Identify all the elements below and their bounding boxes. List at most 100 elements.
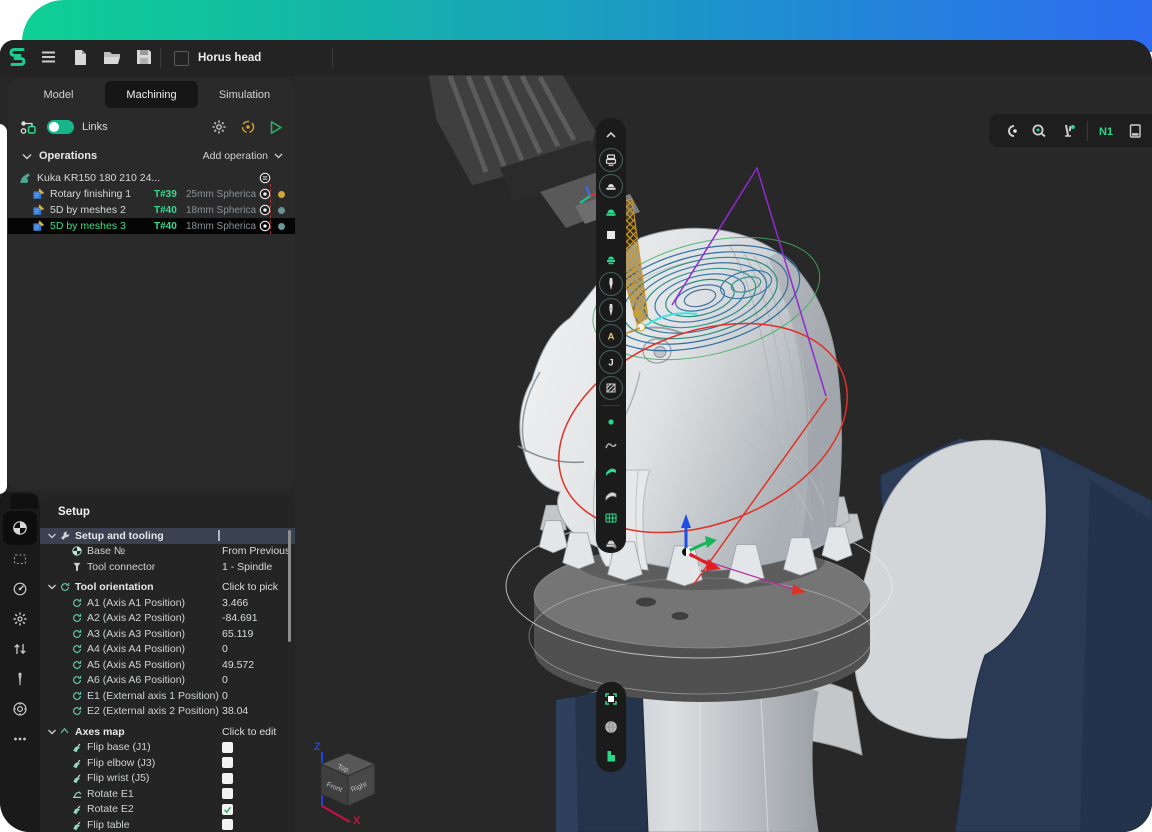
links-structure-icon[interactable] xyxy=(20,120,37,135)
drill2-button[interactable] xyxy=(599,298,623,322)
setup-row[interactable]: E2 (External axis 2 Position)38.04 xyxy=(40,704,295,720)
setup-row[interactable]: Axes mapClick to edit xyxy=(40,724,295,740)
tab-model[interactable]: Model xyxy=(12,81,105,108)
setup-row-value[interactable] xyxy=(222,757,289,768)
fit-button[interactable] xyxy=(600,688,622,710)
setup-row[interactable]: Base №From Previous xyxy=(40,544,295,560)
a-letter-button[interactable]: A xyxy=(599,324,623,348)
setup-row-value[interactable]: 49.572 xyxy=(222,659,289,671)
checkbox[interactable] xyxy=(222,819,233,830)
setup-row[interactable]: A4 (Axis A4 Position)0 xyxy=(40,642,295,658)
setup-row-value[interactable]: From Previous xyxy=(222,545,289,557)
setup-row[interactable]: Flip elbow (J3) xyxy=(40,755,295,771)
strip-gauge-button[interactable] xyxy=(11,580,29,598)
setup-row[interactable]: A3 (Axis A3 Position)65.119 xyxy=(40,626,295,642)
setup-row-value[interactable]: 0 xyxy=(222,674,289,686)
main-menu-icon[interactable] xyxy=(38,47,58,67)
stock-button[interactable] xyxy=(599,148,623,172)
holder-button[interactable] xyxy=(599,174,623,198)
setup-row[interactable]: Setup and tooling xyxy=(40,528,295,544)
viewport-3d[interactable]: N1 Top Front Right Z X + xyxy=(295,75,1152,832)
caret-up-button[interactable] xyxy=(600,124,622,146)
setup-row[interactable]: Rotate E1 xyxy=(40,786,295,802)
setup-row-value[interactable]: 38.04 xyxy=(222,705,289,717)
operation-row[interactable]: 5D by meshes 2T#4018mm Spherica xyxy=(8,202,295,218)
strip-handle[interactable] xyxy=(10,494,38,509)
setup-scrollbar[interactable] xyxy=(288,530,291,642)
setup-row[interactable]: Rotate E2 xyxy=(40,802,295,818)
checkbox[interactable] xyxy=(222,757,233,768)
strip-gear-button[interactable] xyxy=(11,610,29,628)
setup-row[interactable]: Flip base (J1) xyxy=(40,740,295,756)
wave-button[interactable] xyxy=(600,435,622,457)
document-tab[interactable]: Horus head xyxy=(160,40,275,76)
dot-teal-button[interactable] xyxy=(600,411,622,433)
setup-row[interactable]: A5 (Axis A5 Position)49.572 xyxy=(40,657,295,673)
strip-updown-button[interactable] xyxy=(11,640,29,658)
strip-marquee-icon[interactable] xyxy=(12,551,28,567)
operation-type-icon[interactable] xyxy=(32,219,46,233)
checkbox[interactable] xyxy=(222,742,233,753)
strip-knob-button[interactable] xyxy=(11,700,29,718)
setup-row-value[interactable]: 3.466 xyxy=(222,597,289,609)
drill-button[interactable] xyxy=(599,272,623,296)
part-teal-button[interactable] xyxy=(600,200,622,222)
j-letter-button[interactable]: J xyxy=(599,350,623,374)
setup-row[interactable]: Tool orientationClick to pick xyxy=(40,580,295,596)
add-operation-button[interactable]: Add operation xyxy=(203,150,283,162)
setup-row[interactable]: A2 (Axis A2 Position)-84.691 xyxy=(40,611,295,627)
operation-type-icon[interactable] xyxy=(32,203,46,217)
magnet-button[interactable] xyxy=(999,119,1021,143)
section-collapse[interactable] xyxy=(46,583,58,591)
checkbox[interactable] xyxy=(222,788,233,799)
setup-row-value[interactable]: -84.691 xyxy=(222,612,289,624)
machine-collapse[interactable] xyxy=(256,171,273,185)
n1-button[interactable]: N1 xyxy=(1095,119,1117,143)
app-logo-icon[interactable] xyxy=(7,47,27,67)
strip-more-button[interactable] xyxy=(11,730,29,748)
save-icon[interactable] xyxy=(134,47,154,67)
strip-screw-button[interactable] xyxy=(11,670,29,688)
operation-row[interactable]: Rotary finishing 1T#3925mm Spherica xyxy=(8,186,295,202)
viewport-3d-scene[interactable]: N1 Top Front Right Z X xyxy=(295,75,1152,832)
setup-row-value[interactable]: 0 xyxy=(222,643,289,655)
solid-grey-button[interactable] xyxy=(600,531,622,553)
setup-row[interactable]: A1 (Axis A1 Position)3.466 xyxy=(40,595,295,611)
setup-row-value[interactable]: 1 - Spindle xyxy=(222,561,289,573)
setup-row[interactable]: E1 (External axis 1 Position)0 xyxy=(40,688,295,704)
links-toggle[interactable] xyxy=(47,120,74,134)
setup-row-value[interactable] xyxy=(222,773,289,784)
setup-row-value[interactable]: 65.119 xyxy=(222,628,289,640)
robot-machine-icon[interactable] xyxy=(18,171,32,185)
operation-row[interactable]: 5D by meshes 3T#4018mm Spherica xyxy=(8,218,295,234)
setup-row-value[interactable] xyxy=(222,819,289,830)
checkbox[interactable] xyxy=(222,773,233,784)
checkbox[interactable] xyxy=(222,804,233,815)
section-collapse[interactable] xyxy=(46,728,58,736)
surface-grey-button[interactable] xyxy=(600,483,622,505)
sphere-button[interactable] xyxy=(600,716,622,738)
setup-row[interactable]: Flip wrist (J5) xyxy=(40,771,295,787)
square-white-button[interactable] xyxy=(600,224,622,246)
setup-row-value[interactable] xyxy=(222,788,289,799)
panel-button[interactable] xyxy=(1124,119,1146,143)
operation-machine-row[interactable]: Kuka KR150 180 210 24... xyxy=(8,170,295,186)
strip-marquee-button[interactable] xyxy=(11,550,29,568)
flag-button[interactable] xyxy=(600,745,622,767)
fixture-teal-button[interactable] xyxy=(600,248,622,270)
open-folder-icon[interactable] xyxy=(102,47,122,67)
mesh-button[interactable] xyxy=(599,376,623,400)
active-tool-slot[interactable] xyxy=(3,511,37,545)
horus-head-model[interactable] xyxy=(518,228,841,570)
tab-simulation[interactable]: Simulation xyxy=(198,81,291,108)
strip-gauge-icon[interactable] xyxy=(12,581,28,597)
grid-teal-button[interactable] xyxy=(600,507,622,529)
section-collapse[interactable] xyxy=(46,532,58,540)
operations-collapse-icon[interactable] xyxy=(22,153,32,160)
operation-type-icon[interactable] xyxy=(32,187,46,201)
new-file-icon[interactable] xyxy=(70,47,90,67)
nav-cube[interactable]: Top Front Right Z X xyxy=(314,741,375,827)
strip-knob-icon[interactable] xyxy=(12,701,28,717)
setup-row-value[interactable] xyxy=(222,804,289,815)
setup-row-value[interactable]: 0 xyxy=(222,690,289,702)
